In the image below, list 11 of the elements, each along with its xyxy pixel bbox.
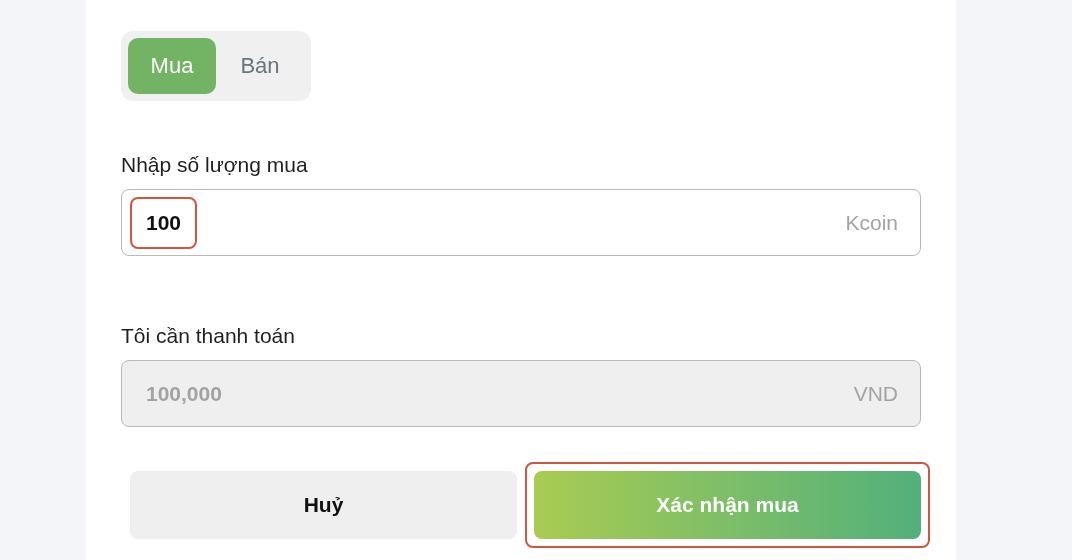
input-field[interactable]: 100 Kcoin xyxy=(121,189,921,256)
field-value: 100 xyxy=(130,196,198,249)
confirm-button[interactable]: Xác nhận mua xyxy=(534,471,921,539)
field-label: Nhập số lượng mua xyxy=(121,153,309,177)
unit-label: VND xyxy=(853,381,898,406)
cancel-button[interactable]: Huỷ xyxy=(130,471,517,539)
unit-label: Kcoin xyxy=(845,210,898,235)
field-value: 100,000 xyxy=(145,380,223,407)
tab[interactable]: Mua xyxy=(128,38,216,94)
field-label: Tôi cần thanh toán xyxy=(121,324,296,348)
tab[interactable]: Bán xyxy=(216,38,304,94)
